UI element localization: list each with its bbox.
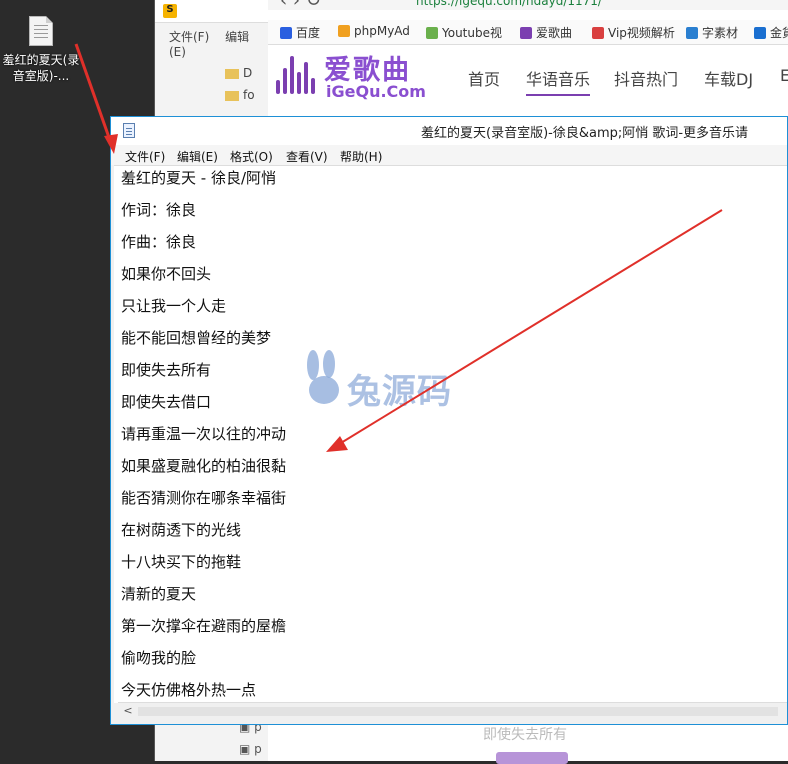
arrow-to-lyrics: [326, 209, 723, 452]
annotation-arrows: [74, 43, 723, 452]
arrow-to-menu: [74, 43, 118, 154]
